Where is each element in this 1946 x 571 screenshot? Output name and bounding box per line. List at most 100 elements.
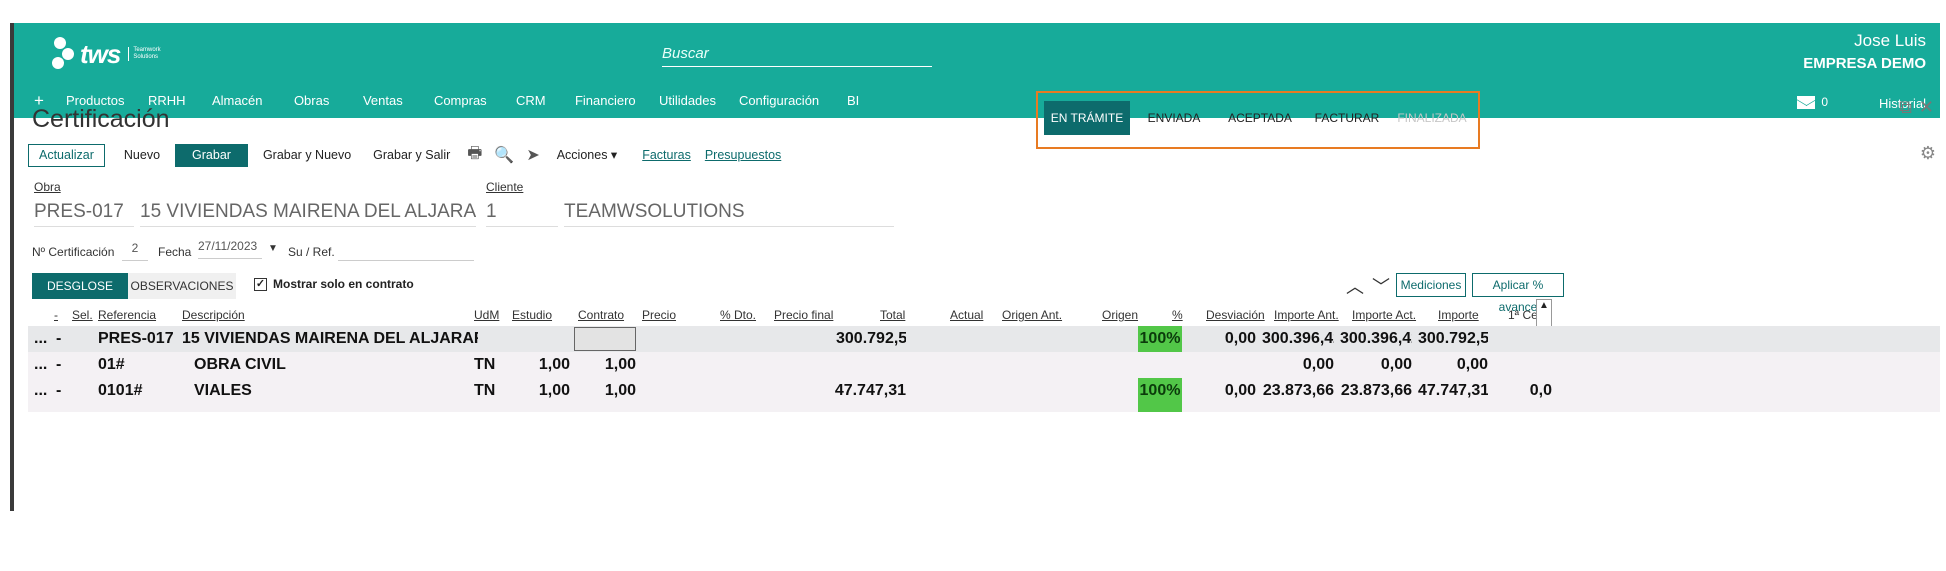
cliente-label[interactable]: Cliente (486, 180, 523, 194)
cell-contrato[interactable]: 1,00 (578, 378, 636, 404)
col-header-precio-final[interactable]: Precio final (774, 308, 833, 322)
cell-importe[interactable]: 0,00 (1418, 352, 1488, 378)
col-header-importe[interactable]: Importe (1438, 308, 1479, 322)
cell-total[interactable]: 47.747,31 (828, 378, 906, 404)
status-en-tramite[interactable]: EN TRÁMITE (1044, 101, 1130, 135)
col-header-precio[interactable]: Precio (642, 308, 676, 322)
cell-importe-ant[interactable]: 300.396,42 (1262, 326, 1334, 352)
restore-window-icon[interactable]: ⧉ (1899, 97, 1912, 118)
tab-desglose[interactable]: DESGLOSE (32, 273, 128, 299)
preview-search-icon[interactable]: 🔍 (494, 145, 514, 165)
status-facturar[interactable]: FACTURAR (1314, 101, 1380, 135)
nav-compras[interactable]: Compras (434, 93, 516, 108)
cell-importe[interactable]: 300.792,54 (1418, 326, 1488, 352)
cell-udm[interactable]: TN (474, 352, 495, 378)
facturas-link[interactable]: Facturas (642, 148, 691, 162)
settings-gear-icon[interactable]: ⚙ (1920, 143, 1936, 164)
grabar-button[interactable]: Grabar (175, 143, 248, 167)
cell-desviacion[interactable]: 0,00 (1192, 378, 1256, 404)
cell-pct[interactable]: 100% (1138, 378, 1182, 404)
col-header-desviacion[interactable]: Desviación (1206, 308, 1265, 322)
suref-field[interactable] (338, 241, 474, 261)
col-header-udm[interactable]: UdM (474, 308, 499, 322)
cliente-code-field[interactable]: 1 (486, 197, 558, 227)
cell-referencia[interactable]: 0101# (98, 378, 143, 404)
logo[interactable]: tws Teamwork Solutions (50, 37, 162, 71)
cell-importe-ant[interactable]: 23.873,66 (1262, 378, 1334, 404)
nav-bi[interactable]: BI (847, 93, 877, 108)
cell-desviacion[interactable]: 0,00 (1192, 326, 1256, 352)
cell-udm[interactable]: TN (474, 378, 495, 404)
contrato-selected-cell[interactable] (574, 327, 636, 351)
col-header-estudio[interactable]: Estudio (512, 308, 552, 322)
col-header-dto[interactable]: % Dto. (720, 308, 756, 322)
checkbox-checked-icon[interactable]: ✓ (254, 277, 267, 291)
col-header-origen[interactable]: Origen (1102, 308, 1138, 322)
cell-1a-cert[interactable]: 0,0 (1504, 378, 1552, 404)
cell-referencia[interactable]: PRES-017 (98, 326, 174, 352)
cell-importe-ant[interactable]: 0,00 (1262, 352, 1334, 378)
col-header-actual[interactable]: Actual (950, 308, 983, 322)
cell-estudio[interactable]: 1,00 (512, 378, 570, 404)
collapse-expand-arrows[interactable]: ︿﹀ (1346, 273, 1398, 299)
status-aceptada[interactable]: ACEPTADA (1224, 101, 1296, 135)
col-header-referencia[interactable]: Referencia (98, 308, 156, 322)
cell-importe-act[interactable]: 23.873,66 (1340, 378, 1412, 404)
cell-pct[interactable]: 100% (1138, 326, 1182, 352)
nav-almacen[interactable]: Almacén (212, 93, 294, 108)
user-info[interactable]: Jose Luis EMPRESA DEMO (1803, 31, 1926, 72)
tab-observaciones[interactable]: OBSERVACIONES (128, 273, 236, 299)
row-expand[interactable]: - (56, 378, 61, 404)
col-header-sel[interactable]: Sel. (72, 308, 93, 322)
col-header-dash[interactable]: - (54, 308, 58, 322)
cell-estudio[interactable]: 1,00 (512, 352, 570, 378)
send-icon[interactable]: ➤ (526, 145, 539, 165)
row-menu[interactable]: ... (34, 326, 47, 352)
cell-importe-act[interactable]: 0,00 (1340, 352, 1412, 378)
actualizar-button[interactable]: Actualizar (28, 143, 105, 167)
obra-name-field[interactable]: 15 VIVIENDAS MAIRENA DEL ALJARAFE N (140, 197, 476, 227)
grabar-salir-button[interactable]: Grabar y Salir (362, 144, 461, 167)
col-header-origen-ant[interactable]: Origen Ant. (1002, 308, 1062, 322)
col-header-contrato[interactable]: Contrato (578, 308, 624, 322)
cell-descripcion[interactable]: VIALES (194, 378, 478, 404)
fecha-field[interactable]: 27/11/2023 (198, 239, 262, 259)
cell-total[interactable]: 300.792,54 (836, 326, 906, 352)
search-input[interactable]: Buscar (662, 37, 932, 67)
col-header-descripcion[interactable]: Descripción (182, 308, 245, 322)
table-row[interactable]: ... - 01# OBRA CIVIL TN 1,00 1,00 0,00 0… (28, 352, 1940, 378)
row-expand[interactable]: - (56, 352, 61, 378)
status-enviada[interactable]: ENVIADA (1142, 101, 1206, 135)
cell-importe[interactable]: 47.747,31 (1418, 378, 1488, 404)
mediciones-button[interactable]: Mediciones (1396, 273, 1466, 297)
cell-descripcion[interactable]: OBRA CIVIL (194, 352, 478, 378)
cell-importe-act[interactable]: 300.396,42 (1340, 326, 1412, 352)
grabar-nuevo-button[interactable]: Grabar y Nuevo (252, 144, 362, 167)
presupuestos-link[interactable]: Presupuestos (705, 148, 781, 162)
row-expand[interactable]: - (56, 326, 61, 352)
col-header-importe-ant[interactable]: Importe Ant. (1274, 308, 1339, 322)
table-row[interactable]: ... - 0101# VIALES TN 1,00 1,00 47.747,3… (28, 378, 1940, 404)
mail-button[interactable]: 0 (1797, 95, 1828, 109)
nav-obras[interactable]: Obras (294, 93, 363, 108)
col-header-pct[interactable]: % (1172, 308, 1183, 322)
cell-descripcion[interactable]: 15 VIVIENDAS MAIRENA DEL ALJARAFE (182, 326, 478, 352)
acciones-dropdown[interactable]: Acciones ▾ (546, 144, 628, 167)
nav-ventas[interactable]: Ventas (363, 93, 434, 108)
row-menu[interactable]: ... (34, 352, 47, 378)
nav-crm[interactable]: CRM (516, 93, 575, 108)
obra-code-field[interactable]: PRES-017 (34, 197, 134, 227)
nav-financiero[interactable]: Financiero (575, 93, 659, 108)
col-header-total[interactable]: Total (880, 308, 905, 322)
col-header-importe-act[interactable]: Importe Act. (1352, 308, 1416, 322)
row-menu[interactable]: ... (34, 378, 47, 404)
table-row[interactable]: ... - PRES-017 15 VIVIENDAS MAIRENA DEL … (28, 326, 1940, 352)
mostrar-solo-checkbox[interactable]: ✓ Mostrar solo en contrato (254, 277, 414, 291)
print-icon[interactable]: 🖶 (467, 142, 482, 169)
close-icon[interactable]: ✕ (1919, 97, 1934, 118)
nav-configuracion[interactable]: Configuración (739, 93, 847, 108)
aplicar-avance-button[interactable]: Aplicar % avance (1472, 273, 1564, 314)
fecha-dropdown-icon[interactable]: ▼ (268, 243, 278, 254)
cell-referencia[interactable]: 01# (98, 352, 125, 378)
nav-utilidades[interactable]: Utilidades (659, 93, 739, 108)
